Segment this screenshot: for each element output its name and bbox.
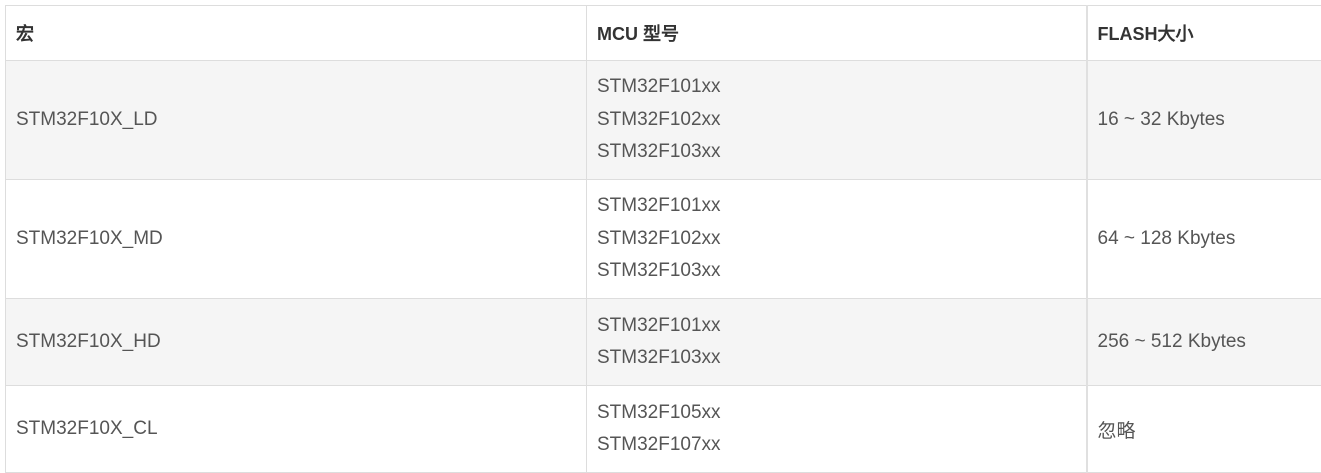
mcu-cell: STM32F101xx STM32F102xx STM32F103xx — [587, 180, 1087, 299]
mcu-model: STM32F101xx — [597, 71, 1076, 104]
flash-cell: 16 ~ 32 Kbytes — [1087, 61, 1321, 180]
header-macro: 宏 — [6, 6, 587, 61]
table-row: STM32F10X_MD STM32F101xx STM32F102xx STM… — [6, 180, 1321, 299]
mcu-model: STM32F101xx — [597, 310, 1076, 343]
mcu-model: STM32F103xx — [597, 136, 1076, 169]
table-row: STM32F10X_CL STM32F105xx STM32F107xx 忽略 — [6, 386, 1321, 473]
mcu-macro-table: 宏 MCU 型号 FLASH大小 STM32F10X_LD STM32F101x… — [5, 5, 1321, 473]
mcu-model: STM32F103xx — [597, 255, 1076, 288]
mcu-cell: STM32F101xx STM32F103xx — [587, 299, 1087, 386]
flash-cell: 256 ~ 512 Kbytes — [1087, 299, 1321, 386]
mcu-model: STM32F101xx — [597, 190, 1076, 223]
mcu-model: STM32F103xx — [597, 342, 1076, 375]
mcu-model: STM32F102xx — [597, 223, 1076, 256]
table-row: STM32F10X_HD STM32F101xx STM32F103xx 256… — [6, 299, 1321, 386]
mcu-model: STM32F107xx — [597, 429, 1076, 462]
flash-cell: 64 ~ 128 Kbytes — [1087, 180, 1321, 299]
table-row: STM32F10X_LD STM32F101xx STM32F102xx STM… — [6, 61, 1321, 180]
mcu-cell: STM32F101xx STM32F102xx STM32F103xx — [587, 61, 1087, 180]
macro-cell: STM32F10X_MD — [6, 180, 587, 299]
mcu-macro-table-container: 宏 MCU 型号 FLASH大小 STM32F10X_LD STM32F101x… — [5, 5, 1321, 473]
flash-cell: 忽略 — [1087, 386, 1321, 473]
header-mcu-model: MCU 型号 — [587, 6, 1087, 61]
macro-cell: STM32F10X_LD — [6, 61, 587, 180]
mcu-model: STM32F105xx — [597, 397, 1076, 430]
macro-cell: STM32F10X_HD — [6, 299, 587, 386]
header-flash-size: FLASH大小 — [1087, 6, 1321, 61]
mcu-model: STM32F102xx — [597, 104, 1076, 137]
table-header-row: 宏 MCU 型号 FLASH大小 — [6, 6, 1321, 61]
mcu-cell: STM32F105xx STM32F107xx — [587, 386, 1087, 473]
macro-cell: STM32F10X_CL — [6, 386, 587, 473]
